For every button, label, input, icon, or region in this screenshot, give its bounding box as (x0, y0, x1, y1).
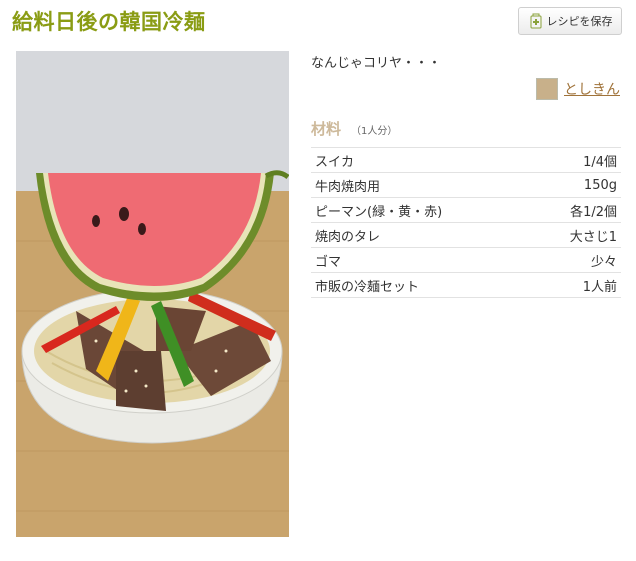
author-info[interactable]: としきん (536, 78, 620, 100)
recipe-description: なんじゃコリヤ・・・ (311, 56, 442, 71)
ingredient-name: 市販の冷麺セット (311, 272, 531, 298)
author-link[interactable]: としきん (564, 79, 620, 99)
ingredient-row: 市販の冷麺セット 1人前 (311, 272, 621, 298)
recipe-photo-illustration (16, 51, 289, 537)
save-recipe-label: レシピを保存 (546, 15, 613, 28)
ingredients-heading: 材料 (311, 120, 342, 138)
ingredient-row: ゴマ 少々 (311, 247, 621, 273)
ingredients-header: 材料 （1人分） (311, 118, 397, 139)
ingredient-row: ピーマン(緑・黄・赤) 各1/2個 (311, 197, 621, 223)
ingredient-name: ゴマ (311, 247, 531, 273)
recipe-title: 給料日後の韓国冷麺 (12, 10, 206, 34)
ingredient-name: 牛肉焼肉用 (311, 172, 531, 198)
ingredient-amount: 各1/2個 (531, 197, 621, 223)
ingredients-table: スイカ 1/4個 牛肉焼肉用 150g ピーマン(緑・黄・赤) 各1/2個 焼肉… (311, 147, 621, 298)
ingredient-amount: 少々 (531, 247, 621, 273)
ingredient-amount: 150g (531, 172, 621, 198)
ingredient-amount: 1/4個 (531, 147, 621, 173)
author-avatar[interactable] (536, 78, 558, 100)
ingredient-name: スイカ (311, 147, 531, 173)
recipe-photo (16, 51, 289, 537)
ingredients-servings: （1人分） (351, 126, 398, 137)
ingredient-name: ピーマン(緑・黄・赤) (311, 197, 531, 223)
ingredient-row: スイカ 1/4個 (311, 147, 621, 173)
ingredient-row: 焼肉のタレ 大さじ1 (311, 222, 621, 248)
ingredient-name: 焼肉のタレ (311, 222, 531, 248)
save-recipe-button[interactable]: レシピを保存 (518, 7, 622, 35)
bookmark-plus-icon (530, 13, 541, 29)
ingredient-amount: 大さじ1 (531, 222, 621, 248)
ingredient-row: 牛肉焼肉用 150g (311, 172, 621, 198)
ingredient-amount: 1人前 (531, 272, 621, 298)
